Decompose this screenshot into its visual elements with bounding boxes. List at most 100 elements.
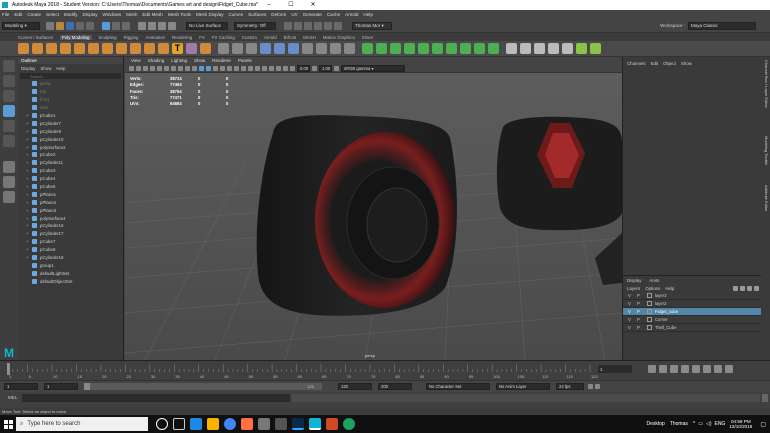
light-editor-icon[interactable] [334,21,342,30]
outliner-item[interactable]: + pCube7 [18,238,123,246]
current-frame-field[interactable] [598,365,632,373]
poly-gear-icon[interactable] [158,43,169,54]
safe-action-icon[interactable] [192,65,197,71]
soft-edge-icon[interactable] [576,43,587,54]
layer-menu-layers[interactable]: Layers [627,286,640,291]
outliner-item[interactable]: group1 [18,261,123,269]
menu-display[interactable]: Display [82,12,97,17]
lasso-tool-icon[interactable] [3,75,15,87]
exposure-icon[interactable] [290,65,295,71]
new-layer-selected-icon[interactable] [754,285,759,291]
layer-playback-toggle[interactable]: P [637,317,647,322]
cortana-icon[interactable] [156,418,168,430]
poly-type-icon[interactable]: T [172,43,183,54]
bevel-icon[interactable] [390,43,401,54]
svg-icon[interactable] [186,43,197,54]
uv-layout-icon[interactable] [562,43,573,54]
shelf-tab-rigging[interactable]: Rigging [124,35,139,40]
open-scene-icon[interactable] [56,21,64,30]
3d-viewport[interactable]: Verts: 38724 0 0 Edges: 77463 0 0 Faces: 38764 0 0 T… [125,73,622,360]
smooth-shade-icon[interactable] [206,65,211,71]
outliner-item[interactable]: persp [18,80,123,88]
shelf-tab-custom[interactable]: Custom [242,35,257,40]
chrome-icon[interactable] [224,418,236,430]
channels-menu-edit[interactable]: Edit [651,61,659,66]
maya-taskbar-icon[interactable] [309,418,321,430]
xray-joints-icon[interactable] [276,65,281,71]
clock[interactable]: 04:59 PM 13/10/2019 [729,419,752,429]
merge-icon[interactable] [460,43,471,54]
layer-menu-options[interactable]: Options [645,286,660,291]
gamma-icon[interactable] [312,65,317,71]
outliner-item[interactable]: + pPlane2 [18,198,123,206]
viewport-menu-shading[interactable]: Shading [148,58,165,63]
layer-playback-toggle[interactable]: P [637,325,647,330]
render-view-icon[interactable] [324,21,332,30]
powerpoint-icon[interactable] [326,418,338,430]
gamma-field[interactable]: 1.00 [319,64,332,72]
channels-menu-channels[interactable]: Channels [627,61,646,66]
layer-row[interactable]: V P Corner [623,316,761,324]
outliner-item[interactable]: + pCylinder10 [18,135,123,143]
channels-menu-show[interactable]: Show [681,61,692,66]
task-view-icon[interactable] [173,418,185,430]
poly-plane-icon[interactable] [88,43,99,54]
outliner-item[interactable]: + pCube5 [18,183,123,191]
play-backwards-icon[interactable] [681,365,689,373]
volume-icon[interactable]: ◁) [706,421,712,427]
four-view-layout-icon[interactable] [3,176,15,188]
layer-row[interactable]: V Player3 [623,292,761,300]
retopo-icon[interactable] [344,43,355,54]
persp-outliner-layout-icon[interactable] [3,191,15,203]
view-transform-dropdown[interactable]: sRGB gamma ▾ [341,64,405,72]
step-back-key-icon[interactable] [659,365,667,373]
menu-windows[interactable]: Windows [103,12,122,17]
current-frame-marker[interactable] [7,363,10,375]
shelf-tab-fx-caching[interactable]: FX Caching [212,35,235,40]
menu-create[interactable]: Create [27,12,41,17]
viewport-menu-renderer[interactable]: Renderer [212,58,231,63]
outliner-item[interactable]: + polySurface4 [18,214,123,222]
film-gate-icon[interactable] [164,65,169,71]
boolean-difference-icon[interactable] [274,43,285,54]
outliner-item[interactable]: + pCylinder17 [18,230,123,238]
desktop-toolbar[interactable]: Desktop [646,421,664,427]
poly-sphere-icon[interactable] [18,43,29,54]
start-time-field[interactable]: 1 [4,382,38,390]
circularize-icon[interactable] [488,43,499,54]
poly-cylinder-icon[interactable] [46,43,57,54]
close-icon[interactable]: ✕ [302,0,324,10]
layer-color-swatch[interactable] [647,325,652,330]
resolution-gate-icon[interactable] [171,65,176,71]
boolean-union-icon[interactable] [260,43,271,54]
go-to-start-icon[interactable] [648,365,656,373]
scale-tool-icon[interactable] [3,135,15,147]
network-icon[interactable]: ▭ [698,421,703,427]
shelf-tab-poly-modeling[interactable]: Poly Modeling [59,34,92,40]
viewport-menu-view[interactable]: View [131,58,141,63]
superellipse-icon[interactable] [130,43,141,54]
wireframe-on-shaded-icon[interactable] [213,65,218,71]
harden-edge-icon[interactable] [590,43,601,54]
bridge-icon[interactable] [376,43,387,54]
go-to-end-icon[interactable] [725,365,733,373]
layer-color-swatch[interactable] [647,301,652,306]
collapse-icon[interactable] [474,43,485,54]
menu-deform[interactable]: Deform [271,12,286,17]
field-chart-icon[interactable] [185,65,190,71]
fill-hole-icon[interactable] [418,43,429,54]
outliner-item[interactable]: + pPlane1 [18,190,123,198]
target-weld-icon[interactable] [446,43,457,54]
side-tab-0[interactable]: Channel Box / Layer Editor [764,60,769,108]
use-all-lights-icon[interactable] [227,65,232,71]
app-icon[interactable] [275,418,287,430]
live-surface-field[interactable]: No Live Surface [186,21,228,30]
xray-components-icon[interactable] [283,65,288,71]
menu-help[interactable]: Help [363,12,372,17]
outliner-item[interactable]: top [18,88,123,96]
layer-row[interactable]: V P Fidget_cube [623,308,761,316]
layer-visibility-toggle[interactable]: V [628,317,637,322]
user-account-button[interactable]: Thomas Mor ▾ [352,21,392,30]
character-set-dropdown[interactable]: No Character Set [426,382,490,390]
outliner-menu-show[interactable]: Show [40,66,51,71]
